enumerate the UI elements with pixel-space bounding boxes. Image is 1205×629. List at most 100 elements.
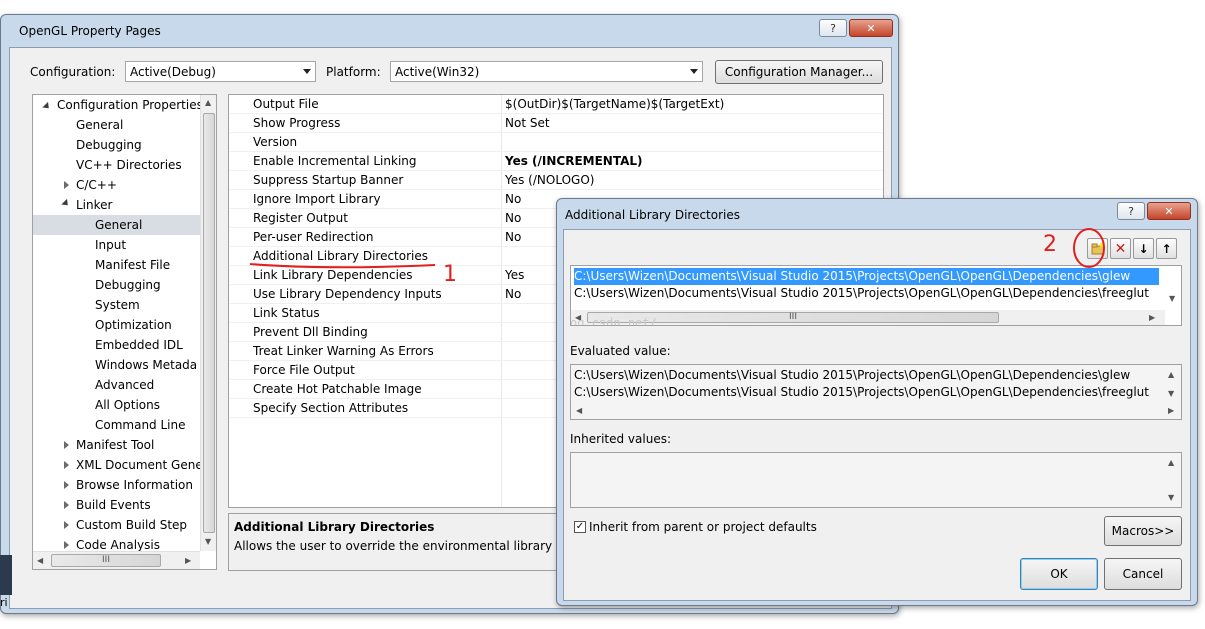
property-name: Create Hot Patchable Image: [253, 382, 422, 396]
collapse-arrow-icon[interactable]: [64, 521, 69, 529]
property-value[interactable]: No: [505, 209, 521, 228]
dialog-title: Additional Library Directories: [565, 208, 741, 222]
property-value[interactable]: Not Set: [505, 114, 550, 133]
inherited-values-box: ▲ ▼: [570, 452, 1182, 508]
collapse-arrow-icon[interactable]: [64, 481, 69, 489]
property-value[interactable]: No: [505, 190, 521, 209]
chevron-down-icon: [690, 69, 698, 74]
tree-item-command-line[interactable]: Command Line: [95, 415, 186, 435]
directory-entry[interactable]: C:\Users\Wizen\Documents\Visual Studio 2…: [574, 268, 1159, 285]
property-value[interactable]: Yes (/INCREMENTAL): [505, 152, 643, 171]
tree-item-windows-metadata[interactable]: Windows Metada: [95, 355, 197, 375]
move-down-button[interactable]: ↓: [1133, 238, 1154, 259]
tree-item-vc-directories[interactable]: VC++ Directories: [76, 155, 182, 175]
scroll-down-icon[interactable]: ▼: [1168, 493, 1174, 502]
expand-arrow-icon[interactable]: [61, 198, 71, 209]
tree-item-debugging[interactable]: Debugging: [76, 135, 142, 155]
scroll-thumb[interactable]: [203, 113, 215, 533]
tree-item-manifest-tool[interactable]: Manifest Tool: [76, 435, 154, 455]
tree-item-custom-build-step[interactable]: Custom Build Step: [76, 515, 187, 535]
property-value[interactable]: No: [505, 228, 521, 247]
property-value[interactable]: No: [505, 285, 521, 304]
property-name: Per-user Redirection: [253, 230, 374, 244]
window-title: OpenGL Property Pages: [19, 24, 161, 38]
directory-entry[interactable]: C:\Users\Wizen\Documents\Visual Studio 2…: [574, 285, 1149, 302]
tree-item-optimization[interactable]: Optimization: [95, 315, 172, 335]
close-button[interactable]: ✕: [849, 19, 893, 37]
tree-item-linker-general[interactable]: General: [95, 215, 142, 235]
property-name: Link Status: [253, 306, 320, 320]
macros-button[interactable]: Macros>>: [1104, 516, 1182, 546]
platform-label: Platform:: [326, 65, 381, 79]
configuration-label: Configuration:: [30, 65, 116, 79]
scroll-right-icon[interactable]: ▶: [1149, 313, 1155, 322]
scroll-thumb[interactable]: III: [51, 554, 161, 567]
tree-item-configuration-properties[interactable]: Configuration Properties: [57, 95, 203, 115]
watermark-text: http://blog.csdn.net/: [570, 316, 657, 326]
scroll-right-icon[interactable]: ▶: [1168, 406, 1174, 415]
collapse-arrow-icon[interactable]: [64, 501, 69, 509]
tree-item-system[interactable]: System: [95, 295, 140, 315]
scroll-up-icon[interactable]: ▲: [1168, 458, 1174, 467]
dialog-close-button[interactable]: ✕: [1147, 202, 1191, 220]
tree-item-linker-debugging[interactable]: Debugging: [95, 275, 161, 295]
property-name: Enable Incremental Linking: [253, 154, 417, 168]
property-row[interactable]: Version: [229, 133, 883, 152]
tree-item-advanced[interactable]: Advanced: [95, 375, 154, 395]
property-row[interactable]: Show Progress Not Set: [229, 114, 883, 133]
help-button[interactable]: ?: [819, 19, 847, 37]
tree-vertical-scrollbar[interactable]: ▲ ▼: [200, 95, 216, 551]
dialog-help-button[interactable]: ?: [1117, 202, 1145, 220]
property-row[interactable]: Output File $(OutDir)$(TargetName)$(Targe…: [229, 95, 883, 114]
property-value[interactable]: Yes: [505, 266, 524, 285]
inherited-values-label: Inherited values:: [570, 432, 671, 446]
property-row[interactable]: Suppress Startup Banner Yes (/NOLOGO): [229, 171, 883, 190]
list-vertical-scrollbar[interactable]: ▼: [1165, 266, 1181, 310]
property-row[interactable]: Enable Incremental Linking Yes (/INCREMEN…: [229, 152, 883, 171]
property-value[interactable]: $(OutDir)$(TargetName)$(TargetExt): [505, 95, 724, 114]
tree-horizontal-scrollbar[interactable]: ◀ III ▶: [33, 551, 200, 569]
delete-line-button[interactable]: ✕: [1110, 238, 1131, 259]
move-up-button[interactable]: ↑: [1156, 238, 1177, 259]
tree-item-general[interactable]: General: [76, 115, 123, 135]
collapse-arrow-icon[interactable]: [64, 541, 69, 549]
collapse-arrow-icon[interactable]: [64, 181, 69, 189]
list-horizontal-scrollbar[interactable]: ◀ III ▶: [571, 310, 1165, 325]
property-name: Version: [253, 135, 298, 149]
platform-select[interactable]: Active(Win32): [390, 61, 703, 82]
evaluated-value-label: Evaluated value:: [570, 344, 671, 358]
arrow-down-icon: ↓: [1138, 241, 1149, 256]
tree-item-embedded-idl[interactable]: Embedded IDL: [95, 335, 183, 355]
directories-list[interactable]: C:\Users\Wizen\Documents\Visual Studio 2…: [570, 265, 1182, 326]
scroll-left-icon[interactable]: ◀: [576, 406, 582, 415]
tree-item-xml-document-generator[interactable]: XML Document Gene: [76, 455, 203, 475]
inherit-checkbox-label[interactable]: Inherit from parent or project defaults: [589, 520, 817, 534]
configuration-select[interactable]: Active(Debug): [125, 61, 316, 82]
expand-arrow-icon[interactable]: [42, 101, 52, 112]
collapse-arrow-icon[interactable]: [64, 441, 69, 449]
scroll-right-icon[interactable]: ▶: [185, 556, 191, 565]
evaluated-value-box: C:\Users\Wizen\Documents\Visual Studio 2…: [570, 364, 1182, 420]
property-value[interactable]: Yes (/NOLOGO): [505, 171, 594, 190]
tree-item-all-options[interactable]: All Options: [95, 395, 160, 415]
scroll-up-icon[interactable]: ▲: [205, 98, 211, 107]
scroll-down-icon[interactable]: ▼: [205, 537, 211, 546]
configuration-manager-button[interactable]: Configuration Manager...: [715, 60, 883, 84]
chevron-down-icon: [303, 69, 311, 74]
inherit-checkbox[interactable]: ✓: [574, 521, 586, 533]
ok-button[interactable]: OK: [1020, 558, 1098, 590]
scroll-down-icon[interactable]: ▼: [1168, 389, 1174, 398]
evaluated-entry: C:\Users\Wizen\Documents\Visual Studio 2…: [574, 385, 1149, 399]
tree-item-linker[interactable]: Linker: [76, 195, 112, 215]
cancel-button[interactable]: Cancel: [1104, 558, 1182, 590]
tree-item-build-events[interactable]: Build Events: [76, 495, 151, 515]
tree-item-c-cpp[interactable]: C/C++: [76, 175, 117, 195]
tree-item-manifest-file[interactable]: Manifest File: [95, 255, 170, 275]
tree-item-browse-information[interactable]: Browse Information: [76, 475, 193, 495]
tree-item-input[interactable]: Input: [95, 235, 126, 255]
scroll-up-icon[interactable]: ▲: [1168, 370, 1174, 379]
scroll-down-icon[interactable]: ▼: [1169, 294, 1175, 303]
collapse-arrow-icon[interactable]: [64, 461, 69, 469]
scroll-left-icon[interactable]: ◀: [37, 556, 43, 565]
arrow-up-icon: ↑: [1161, 241, 1172, 256]
